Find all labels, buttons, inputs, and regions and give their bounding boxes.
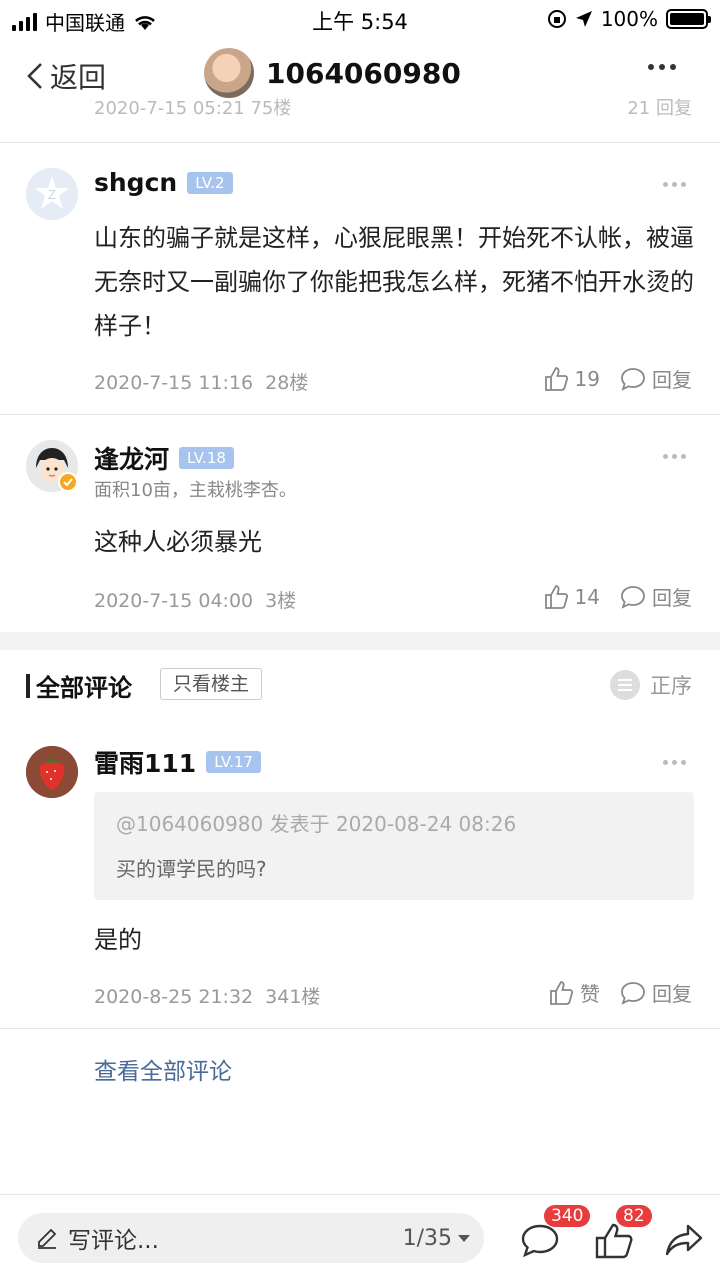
user-avatar-icon	[26, 440, 78, 492]
thumb-up-icon	[544, 366, 568, 391]
post-author[interactable]: 1064060980	[204, 48, 461, 98]
pencil-icon	[38, 1228, 57, 1249]
default-avatar-icon: Z	[26, 168, 78, 220]
page-number: 1/35	[402, 1225, 452, 1251]
back-label: 返回	[50, 61, 107, 94]
view-all-comments-link[interactable]: 查看全部评论	[94, 1052, 232, 1086]
username[interactable]: shgcn	[94, 168, 177, 197]
level-badge: LV.17	[206, 751, 262, 773]
like-label: 赞	[580, 982, 600, 1006]
level-badge: LV.18	[179, 447, 234, 469]
like-button[interactable]: 14	[543, 584, 600, 610]
chevron-left-icon	[27, 63, 42, 89]
caret-down-icon	[458, 1234, 470, 1242]
sort-icon	[610, 670, 640, 700]
floor-number: 28楼	[265, 372, 309, 394]
floor-number: 341楼	[265, 986, 321, 1008]
username[interactable]: 逢龙河	[94, 440, 169, 476]
reply-button[interactable]: 回复	[620, 978, 692, 1007]
thumb-up-icon	[550, 980, 574, 1005]
comment-text: 这种人必须暴光	[94, 528, 262, 556]
more-icon[interactable]	[663, 760, 686, 765]
comment-bubble-icon	[621, 367, 645, 391]
comment-count-badge: 340	[544, 1205, 591, 1227]
more-icon[interactable]	[663, 454, 686, 459]
comments-button[interactable]: 340	[520, 1205, 591, 1261]
comment-bubble-icon	[621, 585, 645, 609]
orientation-lock-icon	[547, 10, 566, 28]
level-badge: LV.2	[187, 171, 233, 194]
comment-bubble-icon	[621, 981, 645, 1005]
thumb-up-icon	[595, 1223, 633, 1259]
strawberry-avatar-icon	[26, 746, 78, 798]
battery-percent: 100%	[600, 7, 658, 31]
like-count: 19	[574, 366, 600, 391]
like-button[interactable]: 赞	[548, 978, 600, 1007]
comment-item: 逢龙河 LV.18 面积10亩，主栽桃李杏。 这种人必须暴光 2020-7-15…	[0, 414, 720, 632]
comment-item: Z shgcn LV.2 山东的骗子就是这样，心狠屁眼黑！开始死不认帐，被逼无奈…	[0, 142, 720, 414]
quote-meta: @1064060980 发表于 2020-08-24 08:26	[116, 812, 517, 836]
quoted-comment[interactable]: @1064060980 发表于 2020-08-24 08:26 买的谭学民的吗…	[94, 792, 694, 900]
like-count-badge: 82	[616, 1205, 652, 1227]
section-separator	[0, 632, 720, 650]
sort-toggle[interactable]: 正序	[610, 670, 692, 700]
avatar[interactable]: Z	[26, 168, 78, 220]
reply-label: 回复	[652, 586, 692, 610]
comment-text: 山东的骗子就是这样，心狠屁眼黑！开始死不认帐，被逼无奈时又一副骗你了你能把我怎么…	[94, 224, 694, 340]
divider	[0, 1028, 720, 1029]
reply-button[interactable]: 回复	[620, 364, 692, 393]
comments-section-header: 全部评论 只看楼主 正序	[0, 652, 720, 720]
comment-time: 2020-8-25 21:32	[94, 986, 254, 1008]
avatar[interactable]	[26, 440, 78, 492]
comment-placeholder: 写评论...	[68, 1228, 159, 1254]
back-button[interactable]: 返回	[26, 56, 106, 96]
like-count: 14	[574, 584, 600, 609]
comment-text: 是的	[94, 926, 142, 954]
thumb-up-icon	[544, 584, 568, 609]
comment-time: 2020-7-15 04:00	[94, 590, 254, 612]
sort-label: 正序	[650, 674, 692, 698]
page-title: 1064060980	[266, 56, 461, 90]
like-button[interactable]: 19	[543, 366, 600, 392]
username[interactable]: 雷雨111	[94, 744, 196, 780]
page-selector[interactable]: 1/35	[403, 1226, 470, 1251]
svg-text:Z: Z	[48, 187, 56, 202]
floor-number: 3楼	[265, 590, 297, 612]
section-marker	[26, 674, 30, 698]
owner-only-button[interactable]: 只看楼主	[160, 668, 263, 700]
comment-time: 2020-7-15 11:16	[94, 372, 254, 394]
bottom-bar: 写评论... 1/35 340 82	[0, 1194, 720, 1280]
like-post-button[interactable]: 82	[594, 1205, 652, 1263]
location-icon	[575, 11, 592, 27]
comment-item: 雷雨111 LV.17 @1064060980 发表于 2020-08-24 0…	[0, 720, 720, 1028]
section-title: 全部评论	[36, 674, 132, 702]
battery-icon	[666, 9, 711, 29]
more-icon[interactable]	[648, 64, 676, 70]
quote-text: 买的谭学民的吗?	[116, 857, 267, 881]
status-bar: 中国联通 上午 5:54 100%	[0, 0, 720, 38]
reply-button[interactable]: 回复	[620, 582, 692, 611]
previous-comment-meta: 2020-7-15 05:21 75楼 21 回复	[94, 98, 692, 118]
avatar[interactable]	[26, 746, 78, 798]
share-arrow-icon	[665, 1224, 703, 1256]
avatar	[204, 48, 254, 98]
reply-label: 回复	[652, 368, 692, 392]
comment-bubble-icon	[521, 1224, 559, 1258]
more-icon[interactable]	[663, 182, 686, 187]
user-bio: 面积10亩，主栽桃李杏。	[94, 480, 297, 501]
comment-input[interactable]: 写评论... 1/35	[18, 1213, 484, 1263]
share-button[interactable]	[664, 1223, 704, 1261]
reply-label: 回复	[652, 982, 692, 1006]
